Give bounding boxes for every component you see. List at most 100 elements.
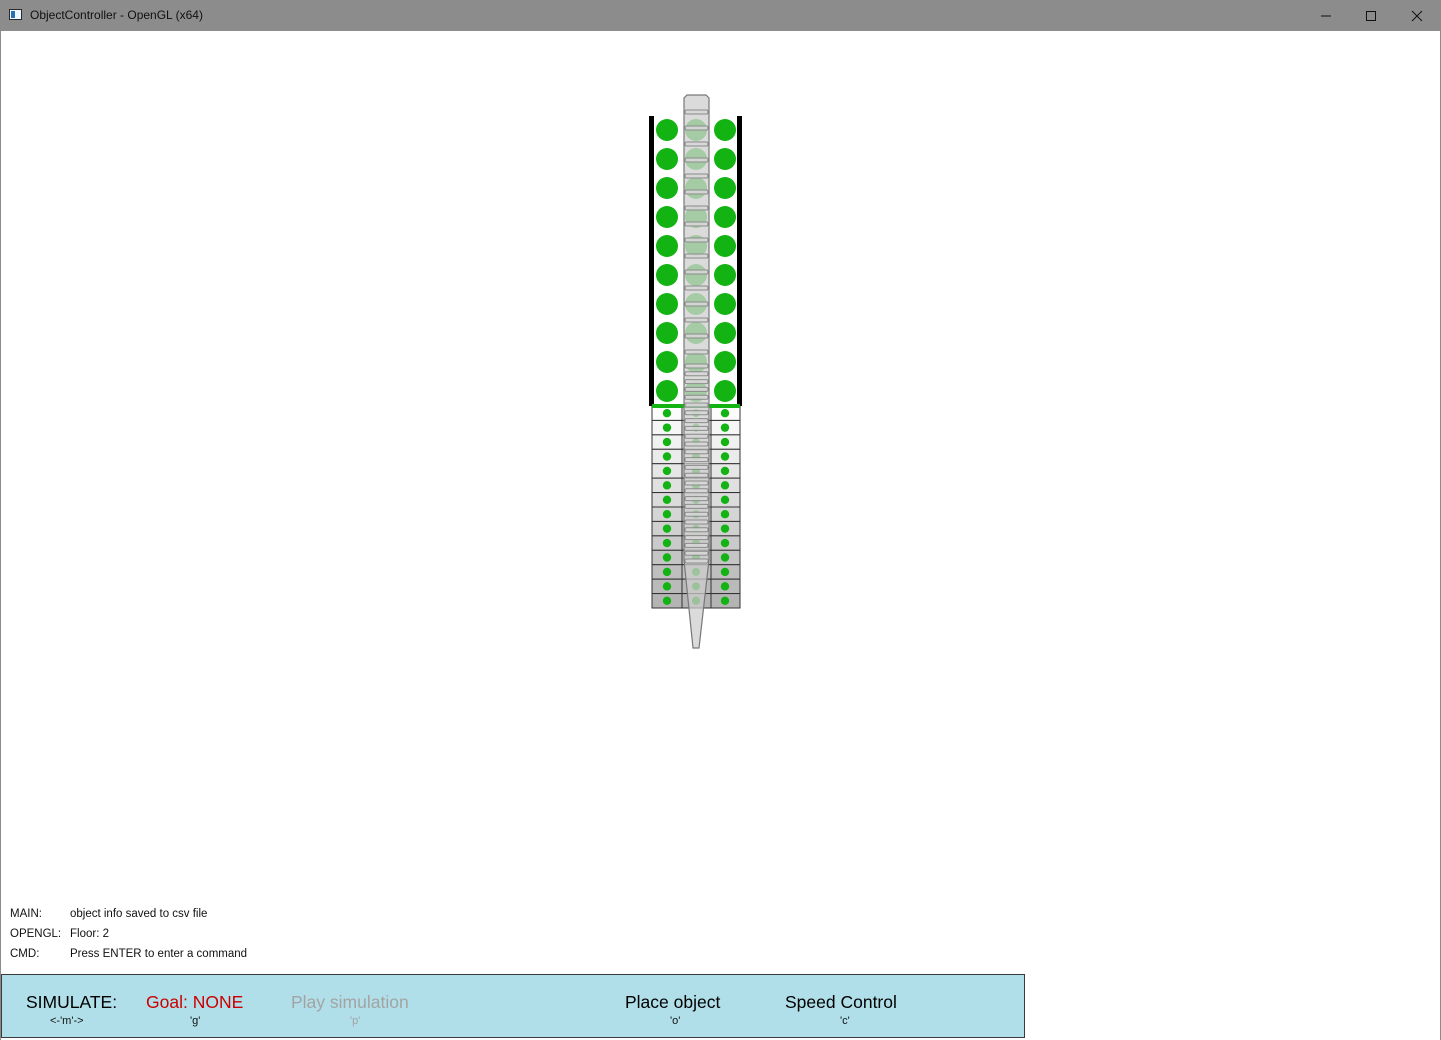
log-key: CMD: (10, 948, 40, 960)
play-key-hint: 'p' (350, 1015, 361, 1027)
small-object-dot (720, 510, 730, 519)
tube-segment (684, 371, 709, 377)
tube-segment (684, 253, 709, 259)
object-circle (714, 293, 736, 315)
tube-segment (684, 418, 709, 424)
tube-segment (684, 488, 709, 494)
small-object-dot (662, 524, 672, 533)
small-object-dot (720, 437, 730, 447)
tube-segment (684, 189, 709, 195)
tube-object-circle (685, 264, 707, 286)
tube-segment (684, 349, 709, 355)
tube-segment (684, 496, 709, 502)
object-stack (649, 94, 742, 649)
small-object-dot (720, 423, 730, 432)
object-circle (714, 148, 736, 170)
tube-segment (684, 535, 709, 541)
small-object-dot (720, 538, 730, 548)
small-object-dot (662, 510, 672, 519)
small-object-dot (720, 466, 730, 476)
tube-segment (684, 511, 709, 517)
right-wall (737, 116, 742, 406)
tube-segment (684, 379, 709, 385)
small-object-dot (720, 452, 730, 461)
tube-segment (684, 480, 709, 486)
tube-segment (684, 205, 709, 211)
object-circle (656, 322, 678, 344)
object-circle (714, 206, 736, 228)
small-object-dot (662, 495, 672, 504)
tube-segment (684, 519, 709, 525)
log-key: MAIN: (10, 908, 42, 920)
minimize-button[interactable] (1304, 0, 1349, 31)
log-value: Floor: 2 (70, 928, 109, 940)
tube-segment (684, 363, 709, 369)
small-object-dot (720, 596, 730, 605)
small-object-dot (662, 452, 672, 461)
tube-segment (684, 425, 709, 431)
speed-key-hint: 'c' (840, 1015, 850, 1027)
tube-segment (684, 173, 709, 179)
goal-key-hint: 'g' (190, 1015, 201, 1027)
tube-segment (684, 317, 709, 323)
small-object-dot (720, 524, 730, 533)
title-bar[interactable]: ObjectController - OpenGL (x64) (0, 0, 1441, 31)
tube-segment (684, 457, 709, 463)
tube-segment (684, 402, 709, 408)
tube-segment (684, 109, 709, 115)
tube-segment (684, 301, 709, 307)
speed-control-button[interactable]: Speed Control (785, 992, 897, 1013)
simulation-menu-bar: SIMULATE: <-'m'-> Goal: NONE 'g' Play si… (1, 974, 1025, 1038)
object-circle (656, 293, 678, 315)
small-object-dot (720, 481, 730, 490)
tube-segment (684, 269, 709, 275)
object-circle (714, 119, 736, 141)
tube-segment (684, 558, 709, 564)
log-value: object info saved to csv file (70, 908, 208, 920)
tube-segment (684, 542, 709, 548)
small-object-dot (720, 495, 730, 504)
left-wall (649, 116, 654, 406)
opengl-viewport[interactable] (0, 31, 1441, 971)
small-object-dot (662, 466, 672, 476)
play-simulation-button[interactable]: Play simulation (291, 992, 409, 1013)
small-object-dot (662, 481, 672, 490)
small-object-dot (720, 553, 730, 562)
close-button[interactable] (1395, 0, 1440, 31)
log-key: OPENGL: (10, 928, 62, 940)
tube-segment (684, 464, 709, 470)
small-object-dot (662, 553, 672, 562)
minimize-icon (1321, 15, 1331, 17)
tube-object-dot (692, 567, 700, 576)
tube-object-dot (692, 582, 700, 591)
small-object-dot (662, 538, 672, 548)
maximize-button[interactable] (1349, 0, 1394, 31)
object-circle (714, 322, 736, 344)
tube-segment (684, 333, 709, 339)
object-circle (714, 351, 736, 373)
tube-segment (684, 386, 709, 392)
small-object-dot (720, 582, 730, 591)
place-object-button[interactable]: Place object (625, 992, 720, 1013)
small-object-dot (662, 596, 672, 605)
simulate-mode-label[interactable]: SIMULATE: (26, 992, 117, 1013)
small-object-dot (662, 437, 672, 447)
tube-segment (684, 527, 709, 533)
tube-segment (684, 141, 709, 147)
tube-object-dot (692, 596, 700, 605)
place-key-hint: 'o' (670, 1015, 681, 1027)
tube-object-circle (685, 322, 707, 344)
goal-button[interactable]: Goal: NONE (146, 992, 243, 1013)
small-object-dot (720, 409, 730, 418)
tube-segment (684, 157, 709, 163)
object-circle (656, 119, 678, 141)
small-object-dot (662, 567, 672, 577)
object-circle (656, 235, 678, 257)
tube-segment (684, 410, 709, 416)
tube-segment (684, 472, 709, 478)
object-circle (656, 351, 678, 373)
tube-object-circle (685, 177, 707, 199)
maximize-icon (1366, 11, 1376, 21)
tube-segment (684, 125, 709, 131)
small-object-dot (720, 567, 730, 577)
